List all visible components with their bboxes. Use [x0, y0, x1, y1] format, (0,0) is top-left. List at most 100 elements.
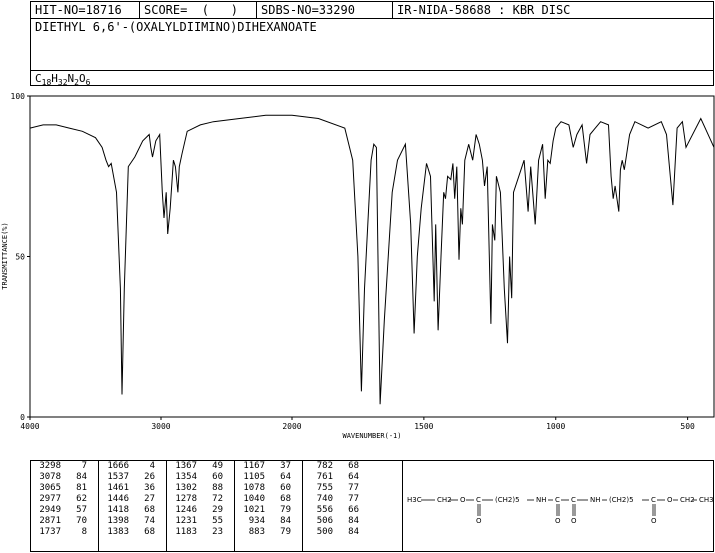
peak-row: 755 77 — [303, 483, 402, 494]
x-tick-label: 1500 — [414, 422, 433, 431]
hit-number: HIT-NO=18716 — [31, 2, 140, 18]
peak-row: 1231 55 — [167, 516, 234, 527]
peak-transmittance: 84 — [348, 527, 359, 537]
structure-label: C — [651, 496, 656, 504]
peak-wavenumber: 1040 — [243, 494, 265, 504]
peak-wavenumber: 506 — [316, 516, 333, 526]
peak-row: 556 66 — [303, 505, 402, 516]
peak-transmittance: 81 — [76, 483, 87, 493]
peak-row: 1398 74 — [99, 516, 166, 527]
peak-row: 3065 81 — [31, 483, 98, 494]
peak-wavenumber: 3298 — [39, 461, 61, 471]
peak-wavenumber: 883 — [248, 527, 265, 537]
carbonyl-oxygen: O — [571, 517, 577, 525]
peak-transmittance: 29 — [212, 505, 223, 515]
peak-wavenumber: 740 — [316, 494, 333, 504]
structure-label: O — [460, 496, 466, 504]
peak-column: 1167 37 1105 64 1078 60 1040 68 1021 79 934 84 883 79 — [235, 461, 303, 551]
structure-label: (CH2)5 — [495, 496, 520, 504]
peak-row: 782 68 — [303, 461, 402, 472]
structure-label: NH — [590, 496, 601, 504]
x-tick-label: 1000 — [546, 422, 565, 431]
peak-transmittance: 60 — [212, 472, 223, 482]
carbonyl-oxygen: O — [555, 517, 561, 525]
peak-row: 1354 60 — [167, 472, 234, 483]
structure-label: CH3 — [699, 496, 713, 504]
peak-transmittance: 37 — [280, 461, 291, 471]
peak-row: 1167 37 — [235, 461, 302, 472]
peak-wavenumber: 1398 — [107, 516, 129, 526]
peak-row: 1666 4 — [99, 461, 166, 472]
peak-wavenumber: 1418 — [107, 505, 129, 515]
x-tick-label: 3000 — [151, 422, 170, 431]
peak-transmittance: 77 — [348, 494, 359, 504]
peak-transmittance: 66 — [348, 505, 359, 515]
peak-row: 1105 64 — [235, 472, 302, 483]
peak-transmittance: 79 — [280, 505, 291, 515]
ir-info: IR-NIDA-58688 : KBR DISC — [397, 3, 571, 17]
peak-transmittance: 27 — [144, 494, 155, 504]
peak-wavenumber: 1737 — [39, 527, 61, 537]
structure-label: (CH2)5 — [609, 496, 634, 504]
peak-row: 883 79 — [235, 527, 302, 538]
peak-wavenumber: 1231 — [175, 516, 197, 526]
peak-transmittance: 7 — [81, 461, 87, 471]
peak-transmittance: 68 — [280, 494, 291, 504]
peak-transmittance: 64 — [280, 472, 291, 482]
peak-wavenumber: 1078 — [243, 483, 265, 493]
peak-row: 1383 68 — [99, 527, 166, 538]
peak-wavenumber: 1446 — [107, 494, 129, 504]
peak-row: 2871 70 — [31, 516, 98, 527]
peak-row: 740 77 — [303, 494, 402, 505]
peak-row: 1040 68 — [235, 494, 302, 505]
peak-wavenumber: 1183 — [175, 527, 197, 537]
peak-row: 1302 88 — [167, 483, 234, 494]
peak-row: 3078 84 — [31, 472, 98, 483]
peak-wavenumber: 1278 — [175, 494, 197, 504]
peak-wavenumber: 1461 — [107, 483, 129, 493]
peak-transmittance: 55 — [212, 516, 223, 526]
peak-row: 2949 57 — [31, 505, 98, 516]
peak-wavenumber: 1354 — [175, 472, 197, 482]
peak-row: 506 84 — [303, 516, 402, 527]
structure-label: C — [476, 496, 481, 504]
structure-label: C — [555, 496, 560, 504]
x-tick-label: 4000 — [20, 422, 39, 431]
y-axis-ticks: 0 50 100 — [11, 92, 30, 422]
ir-spectrum-chart: 0 50 100 4000 3000 2000 1500 1000 500 WAVENUMBE… — [1, 92, 715, 440]
y-tick-label: 0 — [20, 413, 25, 422]
compound-name: DIETHYL 6,6'-(OXALYLDIIMINO)DIHEXANOATE — [35, 20, 317, 34]
peak-column: 782 68 761 64 755 77 740 77 556 66 506 84 500 84 — [303, 461, 403, 551]
peak-wavenumber: 1167 — [243, 461, 265, 471]
peak-row: 1537 26 — [99, 472, 166, 483]
peak-column: 1666 4 1537 26 1461 36 1446 27 1418 68 1398 74 1383 6… — [99, 461, 167, 551]
y-tick-label: 50 — [15, 253, 25, 262]
carbonyl-oxygen: O — [651, 517, 657, 525]
peak-wavenumber: 2949 — [39, 505, 61, 515]
structure-diagram: H3C CH2 O C (CH2)5 NH C C NH (CH2)5 C O … — [407, 496, 713, 525]
peak-transmittance: 62 — [76, 494, 87, 504]
structure-label: C — [571, 496, 576, 504]
plot-frame — [29, 95, 715, 418]
peak-transmittance: 23 — [212, 527, 223, 537]
peak-transmittance: 64 — [348, 472, 359, 482]
peak-row: 761 64 — [303, 472, 402, 483]
structure-label: H3C — [407, 496, 422, 504]
y-tick-label: 100 — [11, 92, 26, 101]
peak-wavenumber: 2871 — [39, 516, 61, 526]
peak-wavenumber: 1246 — [175, 505, 197, 515]
y-axis-label: TRANSMITTANCE(%) — [1, 222, 9, 289]
peak-row: 1461 36 — [99, 483, 166, 494]
peak-wavenumber: 1105 — [243, 472, 265, 482]
peak-wavenumber: 3078 — [39, 472, 61, 482]
peak-wavenumber: 3065 — [39, 483, 61, 493]
peak-row: 3298 7 — [31, 461, 98, 472]
carbonyl-oxygen: O — [476, 517, 482, 525]
peak-row: 1078 60 — [235, 483, 302, 494]
peak-row: 1418 68 — [99, 505, 166, 516]
peak-wavenumber: 1666 — [107, 461, 129, 471]
peak-transmittance: 88 — [212, 483, 223, 493]
peak-wavenumber: 500 — [316, 527, 333, 537]
peak-transmittance: 79 — [280, 527, 291, 537]
peak-transmittance: 57 — [76, 505, 87, 515]
